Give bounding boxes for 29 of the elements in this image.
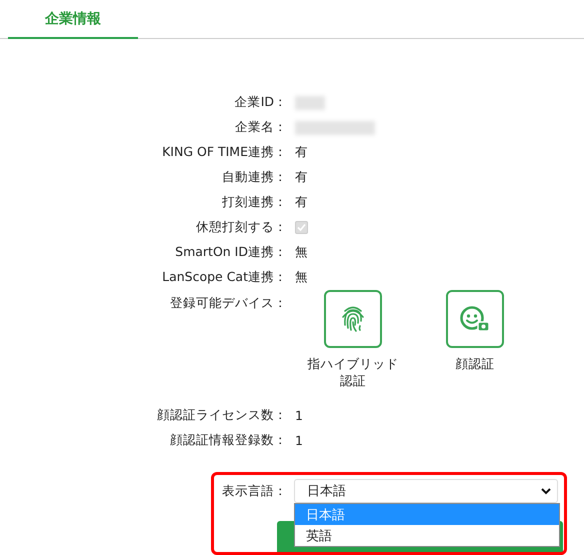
field-label: 休憩打刻する： [195, 219, 287, 236]
field-label: 企業名： [234, 119, 287, 136]
redacted-value [295, 96, 325, 110]
device-label: 顔認証 [454, 355, 496, 372]
device-button[interactable] [324, 290, 382, 348]
chevron-down-icon [541, 488, 551, 494]
field-value: 1 [295, 433, 303, 448]
field-value: 無 [295, 244, 308, 261]
field-label: 企業ID： [234, 94, 287, 111]
field-label: 表示言語： [221, 482, 287, 500]
tab[interactable]: 企業情報 [8, 0, 138, 39]
field-label: 自動連携： [221, 169, 287, 186]
field-label: 登録可能デバイス： [169, 294, 287, 312]
field-value: 有 [295, 144, 308, 161]
field-label: LanScope Cat連携： [161, 269, 287, 286]
face-camera-icon [459, 305, 491, 333]
field-label: SmartOn ID連携： [174, 244, 287, 261]
field-label: 打刻連携： [221, 194, 287, 211]
field-value: 1 [295, 408, 303, 423]
fingerprint-icon [341, 305, 365, 333]
language-select[interactable]: 日本語 [294, 479, 558, 503]
field-label: 顔認証情報登録数： [169, 432, 287, 449]
device-label: 指ハイブリッド認証 [306, 355, 400, 389]
field-value: 無 [295, 269, 308, 286]
device-button[interactable] [446, 290, 504, 348]
field-value: 有 [295, 194, 308, 211]
field-label: KING OF TIME連携： [161, 144, 287, 161]
field-label: 顔認証ライセンス数： [156, 407, 287, 424]
field-value: 有 [295, 169, 308, 186]
